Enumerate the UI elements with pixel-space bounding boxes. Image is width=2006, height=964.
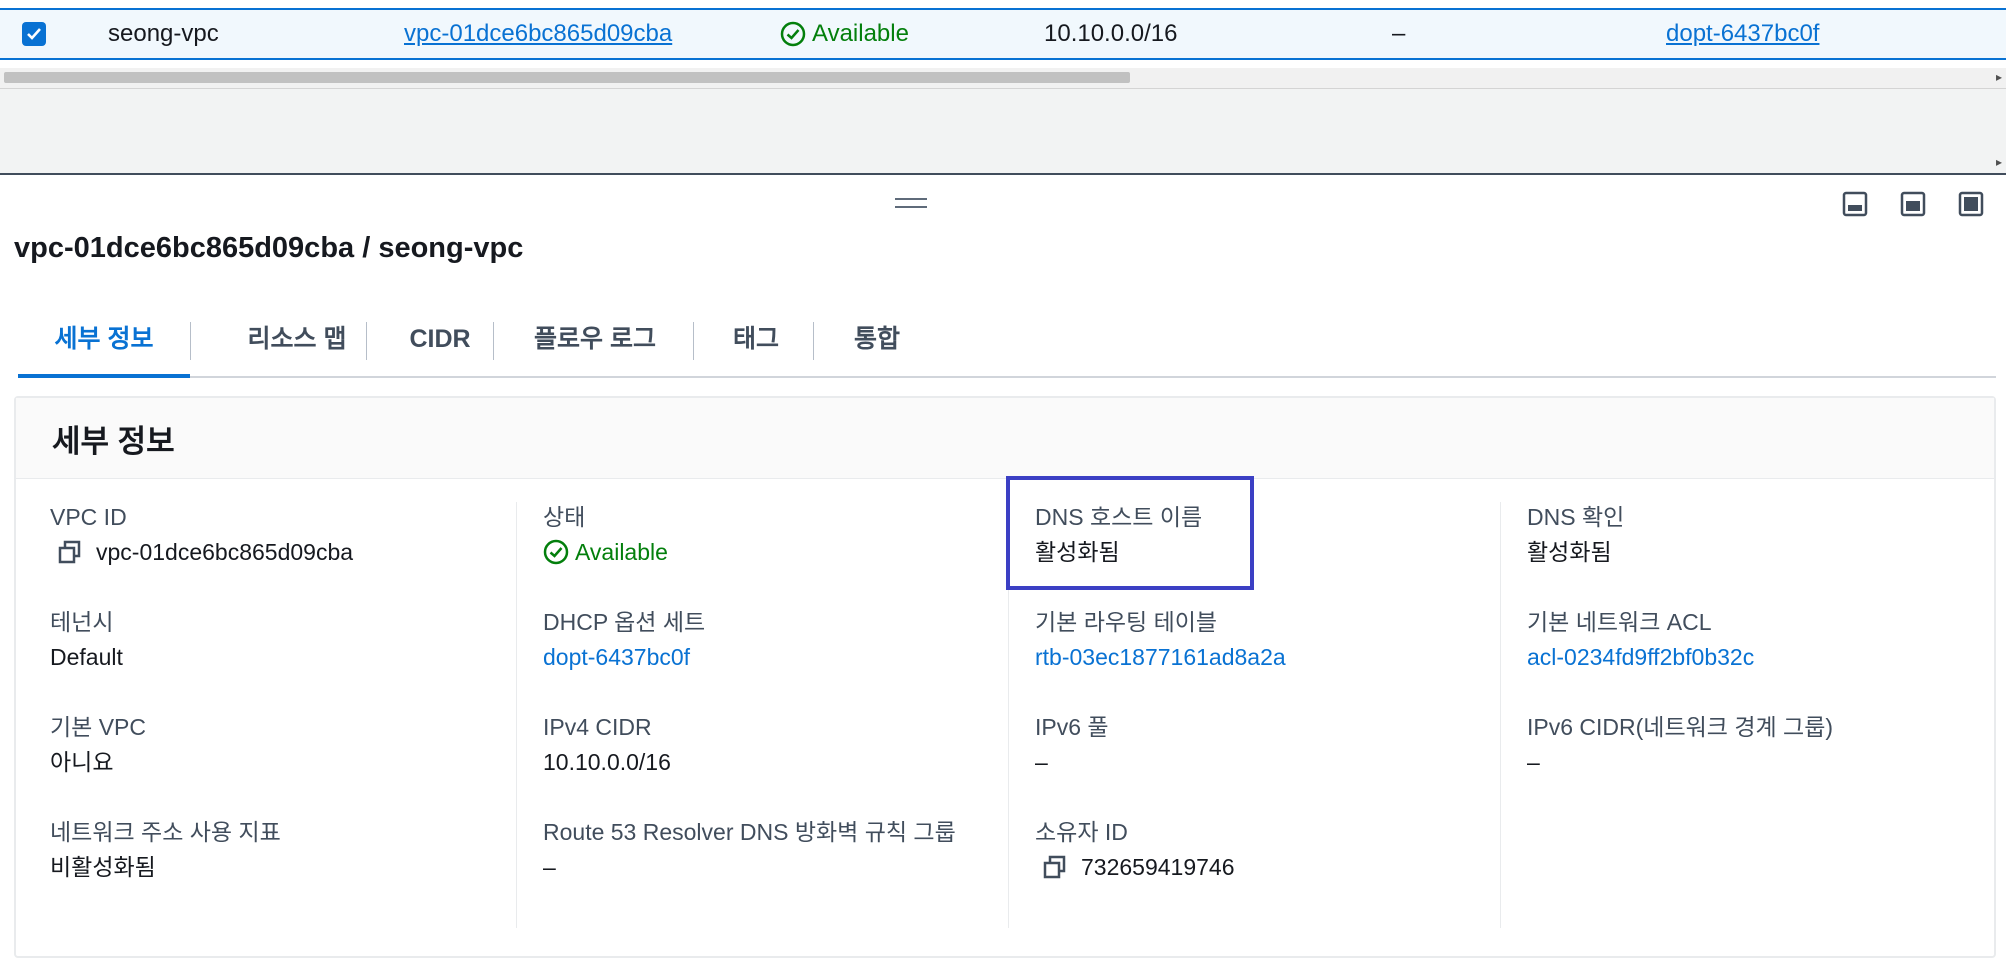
state-value: Available (575, 539, 668, 565)
row-ipv4-cidr: 10.10.0.0/16 (1044, 20, 1178, 47)
field-ipv6-cidr: IPv6 CIDR(네트워크 경계 그룹) – (1527, 710, 1833, 780)
field-value: – (1035, 749, 1048, 775)
row-vpc-id-link[interactable]: vpc-01dce6bc865d09cba (404, 10, 672, 58)
tab-resource-map[interactable]: 리소스 맵 (208, 314, 386, 374)
panel-full-icon[interactable] (1957, 190, 1985, 218)
field-value: 활성화됨 (1527, 539, 1612, 565)
drag-handle-icon[interactable] (895, 198, 927, 212)
copy-icon[interactable] (1041, 853, 1069, 881)
field-owner-id: 소유자 ID 732659419746 (1035, 815, 1235, 885)
field-main-route-table: 기본 라우팅 테이블 rtb-03ec1877161ad8a2a (1035, 605, 1286, 675)
panel-bottom-icon[interactable] (1841, 190, 1869, 218)
field-label: Route 53 Resolver DNS 방화벽 규칙 그룹 (543, 819, 956, 845)
field-value: – (543, 854, 556, 880)
field-label: 기본 네트워크 ACL (1527, 609, 1712, 635)
tab-integrations[interactable]: 통합 (830, 314, 924, 374)
field-dhcp-options: DHCP 옵션 세트 dopt-6437bc0f (543, 605, 705, 675)
highlight-box (1006, 476, 1254, 590)
field-value: 비활성화됨 (50, 854, 156, 880)
tab-details[interactable]: 세부 정보 (18, 314, 190, 378)
field-value: 10.10.0.0/16 (543, 749, 671, 775)
field-value: Default (50, 644, 123, 670)
field-vpc-id: VPC ID vpc-01dce6bc865d09cba (50, 500, 353, 570)
field-network-address-usage: 네트워크 주소 사용 지표 비활성화됨 (50, 815, 281, 885)
field-label: 네트워크 주소 사용 지표 (50, 819, 281, 845)
row-dhcp-options-link[interactable]: dopt-6437bc0f (1666, 10, 1819, 58)
field-label: IPv6 풀 (1035, 714, 1109, 740)
field-label: DNS 확인 (1527, 504, 1625, 530)
tab-cidr[interactable]: CIDR (386, 314, 494, 374)
field-ipv6-pool: IPv6 풀 – (1035, 710, 1109, 780)
row-ipv6-cidr: – (1392, 20, 1406, 47)
field-ipv4-cidr: IPv4 CIDR 10.10.0.0/16 (543, 710, 671, 780)
vpc-table-row[interactable]: seong-vpc vpc-01dce6bc865d09cba Availabl… (0, 8, 2006, 60)
main-network-acl-link[interactable]: acl-0234fd9ff2bf0b32c (1527, 639, 1754, 675)
main-route-table-link[interactable]: rtb-03ec1877161ad8a2a (1035, 639, 1286, 675)
status-check-icon (543, 539, 569, 565)
tab-list: 세부 정보 리소스 맵 CIDR 플로우 로그 태그 통합 (18, 314, 1996, 378)
field-label: 기본 라우팅 테이블 (1035, 609, 1218, 635)
field-tenancy: 테넌시 Default (50, 605, 123, 675)
horizontal-scrollbar[interactable]: ▸ (0, 68, 2006, 89)
tab-flow-logs[interactable]: 플로우 로그 (512, 314, 678, 374)
scroll-right-arrow-icon[interactable]: ▸ (1996, 155, 2002, 169)
scroll-right-arrow-icon[interactable]: ▸ (1996, 70, 2002, 84)
column-divider (1500, 502, 1501, 928)
row-state: Available (780, 10, 909, 58)
tab-divider (493, 322, 494, 360)
row-name: seong-vpc (108, 20, 219, 47)
vpc-id-value: vpc-01dce6bc865d09cba (96, 539, 354, 565)
row-state-text: Available (812, 20, 909, 47)
field-label: IPv4 CIDR (543, 714, 652, 740)
field-value: 732659419746 (1035, 849, 1235, 885)
dhcp-options-link[interactable]: dopt-6437bc0f (543, 639, 705, 675)
table-empty-area: ▸ (0, 89, 2006, 175)
tab-divider (693, 322, 694, 360)
field-route53-firewall: Route 53 Resolver DNS 방화벽 규칙 그룹 – (543, 815, 973, 885)
field-state: 상태 Available (543, 500, 668, 570)
field-label: DHCP 옵션 세트 (543, 609, 706, 635)
tab-divider (190, 322, 191, 360)
tab-divider (366, 322, 367, 360)
details-heading: 세부 정보 (52, 424, 175, 459)
field-label: 기본 VPC (50, 714, 147, 740)
page-title: vpc-01dce6bc865d09cba / seong-vpc (14, 232, 524, 264)
copy-icon[interactable] (56, 538, 84, 566)
owner-id-value: 732659419746 (1081, 854, 1235, 880)
details-container: 세부 정보 (14, 396, 1996, 958)
field-default-vpc: 기본 VPC 아니요 (50, 710, 146, 780)
field-value: – (1527, 749, 1540, 775)
field-label: IPv6 CIDR(네트워크 경계 그룹) (1527, 714, 1834, 740)
status-check-icon (780, 21, 806, 47)
tab-divider (813, 322, 814, 360)
field-value: Available (543, 534, 668, 570)
panel-side-icon[interactable] (1899, 190, 1927, 218)
field-value: vpc-01dce6bc865d09cba (50, 534, 353, 570)
field-value: 아니요 (50, 749, 114, 775)
field-dns-resolution: DNS 확인 활성화됨 (1527, 500, 1624, 570)
scrollbar-thumb[interactable] (4, 72, 1130, 83)
column-divider (516, 502, 517, 928)
tab-tags[interactable]: 태그 (710, 314, 802, 374)
field-label: 테넌시 (50, 609, 114, 635)
field-label: VPC ID (50, 504, 127, 530)
details-header: 세부 정보 (16, 398, 1994, 479)
field-main-network-acl: 기본 네트워크 ACL acl-0234fd9ff2bf0b32c (1527, 605, 1754, 675)
field-label: 상태 (543, 504, 586, 530)
field-label: 소유자 ID (1035, 819, 1128, 845)
row-checkbox-checked-icon[interactable] (22, 22, 46, 46)
